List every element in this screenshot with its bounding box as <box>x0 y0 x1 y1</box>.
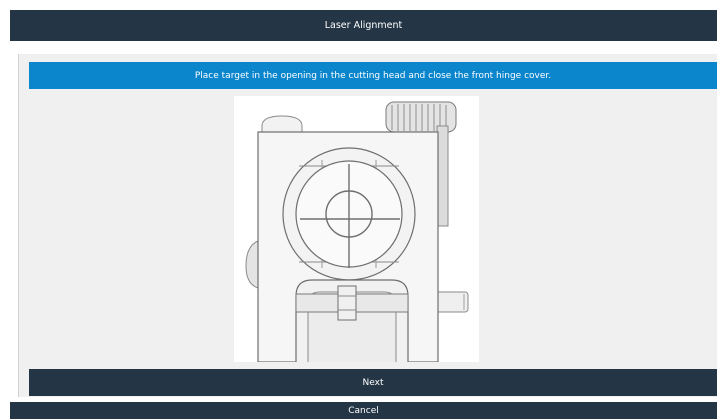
cancel-button[interactable]: Cancel <box>10 402 717 419</box>
next-button-label: Next <box>362 377 384 388</box>
next-button[interactable]: Next <box>29 369 717 396</box>
cancel-button-label: Cancel <box>348 405 379 416</box>
window-title: Laser Alignment <box>324 20 403 31</box>
window-title-bar: Laser Alignment <box>10 10 717 41</box>
instruction-banner: Place target in the opening in the cutti… <box>29 62 717 89</box>
cutting-head-drawing <box>245 101 469 362</box>
cutting-head-illustration <box>234 96 479 362</box>
instruction-text: Place target in the opening in the cutti… <box>194 70 552 81</box>
